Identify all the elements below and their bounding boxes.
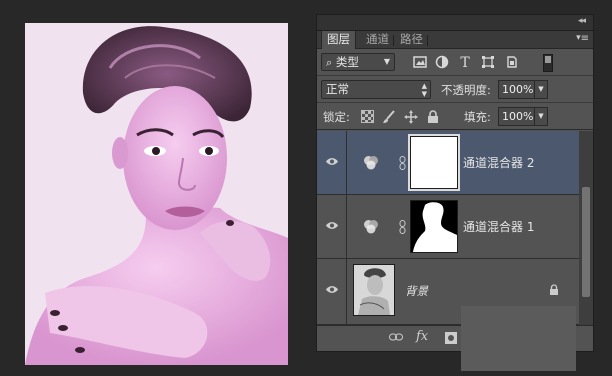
- blend-opacity-row: 正常 ▲ ▼ 不透明度: 100% ▼: [317, 77, 593, 103]
- fill-dropdown-icon[interactable]: ▼: [534, 107, 548, 126]
- lock-fill-row: 锁定: 填充: 100% ▼: [317, 104, 593, 130]
- lock-position-icon[interactable]: [404, 110, 418, 124]
- layer-name[interactable]: 通道混合器 1: [463, 218, 534, 235]
- silhouette-mask-icon: [411, 201, 457, 252]
- filter-kind-select[interactable]: ⌕ 类型 ▼: [321, 53, 395, 71]
- layer-lock-icon: [549, 284, 559, 299]
- panel-titlebar[interactable]: ◂◂: [317, 15, 593, 31]
- visibility-eye-icon[interactable]: [317, 259, 347, 324]
- image-filter-icon[interactable]: [413, 55, 429, 71]
- layers-panel: ◂◂ 图层 通道 路径 ▾≡ ⌕ 类型 ▼ T 正常 ▲ ▼ 不透明度: 100…: [316, 14, 594, 352]
- lock-transparent-pixels-icon[interactable]: [361, 110, 375, 124]
- text-filter-icon[interactable]: T: [457, 55, 473, 71]
- filter-toggle-switch[interactable]: [543, 54, 553, 72]
- lock-label: 锁定:: [323, 110, 350, 124]
- fill-input[interactable]: 100%: [498, 107, 534, 126]
- link-icon[interactable]: [389, 332, 403, 345]
- opacity-label: 不透明度:: [441, 83, 491, 97]
- scrollbar-thumb[interactable]: [582, 187, 590, 297]
- layer-name[interactable]: 背景: [405, 283, 428, 299]
- tab-channels[interactable]: 通道: [361, 31, 394, 49]
- layer-filter-bar: ⌕ 类型 ▼ T: [317, 50, 593, 76]
- mask-link-chain-icon[interactable]: [399, 156, 406, 173]
- layer-name[interactable]: 通道混合器 2: [463, 154, 534, 171]
- lock-image-pixels-icon[interactable]: [382, 110, 396, 124]
- smart-object-filter-icon[interactable]: [505, 55, 521, 71]
- fill-label: 填充:: [464, 110, 491, 124]
- lock-all-icon[interactable]: [427, 110, 441, 124]
- tab-layers[interactable]: 图层: [321, 31, 356, 49]
- shape-filter-icon[interactable]: [481, 55, 497, 71]
- opacity-dropdown-icon[interactable]: ▼: [534, 80, 548, 99]
- blend-mode-select[interactable]: 正常 ▲ ▼: [321, 80, 431, 99]
- adjustment-filter-icon[interactable]: [435, 55, 451, 71]
- layer-image-thumbnail[interactable]: [353, 264, 395, 316]
- tab-paths[interactable]: 路径: [395, 31, 428, 49]
- visibility-eye-icon[interactable]: [317, 195, 347, 258]
- double-chevron-icon[interactable]: ◂◂: [578, 16, 586, 26]
- portrait-image: [25, 23, 288, 365]
- canvas-document[interactable]: [25, 23, 288, 365]
- channel-mixer-adjustment-icon: [363, 219, 379, 238]
- panel-tabbar: 图层 通道 路径 ▾≡: [317, 31, 593, 49]
- overlay-patch: [461, 306, 576, 371]
- fx-icon[interactable]: fx: [416, 329, 428, 344]
- layers-scrollbar[interactable]: [579, 131, 593, 325]
- layer-mask-thumbnail[interactable]: [408, 134, 460, 191]
- layer-row-channel-mixer-2[interactable]: 通道混合器 2: [317, 131, 579, 195]
- layer-row-channel-mixer-1[interactable]: 通道混合器 1: [317, 195, 579, 259]
- visibility-eye-icon[interactable]: [317, 131, 347, 194]
- blend-mode-value: 正常: [326, 82, 349, 96]
- channel-mixer-adjustment-icon: [363, 155, 379, 174]
- mask-icon[interactable]: [445, 332, 457, 347]
- opacity-input[interactable]: 100%: [498, 80, 534, 99]
- layer-mask-thumbnail[interactable]: [410, 200, 458, 253]
- mask-link-chain-icon[interactable]: [399, 220, 406, 237]
- portrait-thumbnail-icon: [354, 265, 394, 315]
- panel-menu-icon[interactable]: ▾≡: [576, 33, 589, 44]
- layers-list: 通道混合器 2 通道混合器 1 背景: [317, 131, 579, 325]
- filter-kind-label: 类型: [335, 55, 359, 69]
